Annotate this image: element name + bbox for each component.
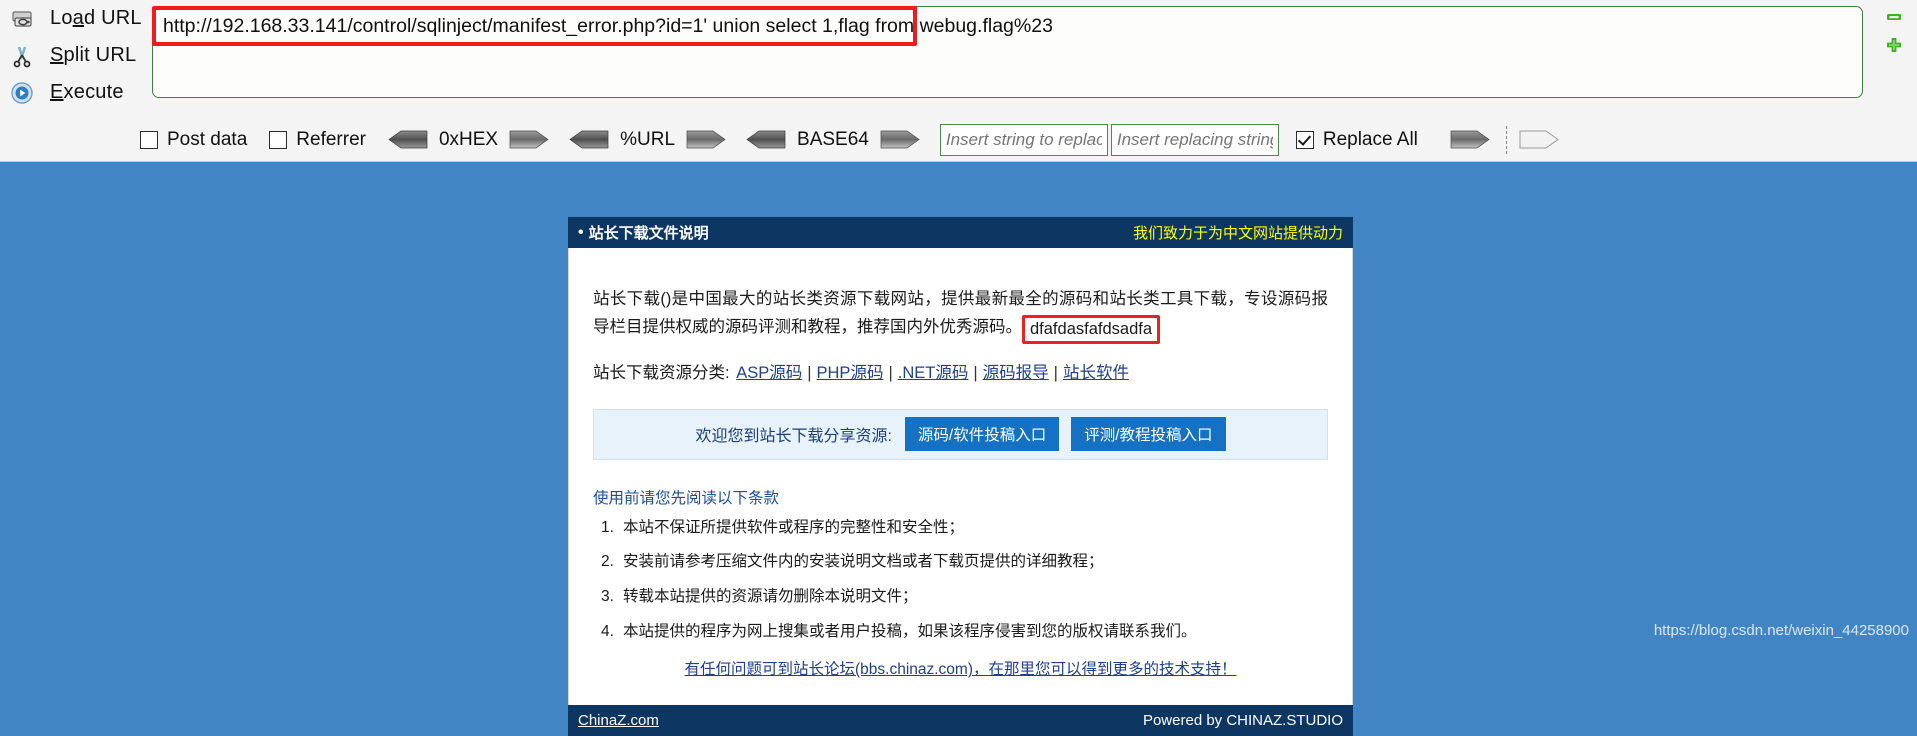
hex-encode-group: 0xHEX bbox=[388, 129, 549, 151]
hackbar-toolbar: Load URL Split URL bbox=[0, 0, 1917, 162]
post-data-option[interactable]: Post data bbox=[140, 129, 247, 151]
category-link-php[interactable]: PHP源码 bbox=[817, 364, 884, 382]
list-item: 转载本站提供的资源请勿删除本说明文件； bbox=[623, 587, 1328, 608]
execute-icon bbox=[8, 79, 36, 107]
category-link-asp[interactable]: ASP源码 bbox=[736, 364, 802, 382]
card-footer: ChinaZ.com Powered by CHINAZ.STUDIO bbox=[568, 705, 1353, 736]
submit-source-button[interactable]: 源码/软件投稿入口 bbox=[905, 417, 1059, 451]
execute-label: Execute bbox=[50, 81, 124, 104]
base64-decode-arrow-icon[interactable] bbox=[746, 130, 786, 149]
load-url-label: Load URL bbox=[50, 7, 142, 30]
hex-decode-arrow-icon[interactable] bbox=[388, 130, 428, 149]
intro-paragraph: 站长下载()是中国最大的站长类资源下载网站，提供最新最全的源码和站长类工具下载，… bbox=[593, 285, 1328, 344]
card-slogan: 我们致力于为中文网站提供动力 bbox=[1133, 222, 1343, 243]
card-body: 站长下载()是中国最大的站长类资源下载网站，提供最新最全的源码和站长类工具下载，… bbox=[568, 248, 1353, 705]
url-input-wrapper: http://192.168.33.141/control/sqlinject/… bbox=[152, 6, 1863, 98]
collapse-button[interactable] bbox=[1885, 8, 1903, 26]
load-url-button[interactable]: Load URL bbox=[0, 0, 148, 37]
support-forum-link[interactable]: 有任何问题可到站长论坛(bbs.chinaz.com)，在那里您可以得到更多的技… bbox=[684, 661, 1236, 678]
execute-button[interactable]: Execute bbox=[0, 74, 148, 111]
submit-panel-text: 欢迎您到站长下载分享资源: bbox=[695, 422, 891, 446]
submit-review-button[interactable]: 评测/教程投稿入口 bbox=[1071, 417, 1225, 451]
bullet-icon: • bbox=[578, 225, 584, 241]
referrer-checkbox[interactable] bbox=[269, 131, 287, 149]
support-line: 有任何问题可到站长论坛(bbs.chinaz.com)，在那里您可以得到更多的技… bbox=[593, 657, 1328, 679]
split-url-button[interactable]: Split URL bbox=[0, 37, 148, 74]
add-button[interactable] bbox=[1885, 36, 1903, 54]
footer-powered-by: Powered by CHINAZ.STUDIO bbox=[1143, 712, 1343, 729]
footer-home-link[interactable]: ChinaZ.com bbox=[578, 712, 659, 729]
url-encode-label: %URL bbox=[620, 129, 675, 151]
hex-label: 0xHEX bbox=[439, 129, 498, 151]
split-url-label: Split URL bbox=[50, 44, 136, 67]
referrer-option[interactable]: Referrer bbox=[269, 129, 366, 151]
chinaz-download-card: • 站长下载文件说明 我们致力于为中文网站提供动力 站长下载()是中国最大的站长… bbox=[568, 217, 1353, 736]
replace-all-option[interactable]: Replace All bbox=[1296, 129, 1418, 151]
post-data-label: Post data bbox=[167, 129, 247, 151]
referrer-label: Referrer bbox=[296, 129, 366, 151]
url-encode-arrow-icon[interactable] bbox=[686, 130, 726, 149]
hackbar-action-list: Load URL Split URL bbox=[0, 0, 148, 118]
category-link-software[interactable]: 站长软件 bbox=[1063, 364, 1129, 382]
intro-text: 站长下载()是中国最大的站长类资源下载网站，提供最新最全的源码和站长类工具下载，… bbox=[593, 290, 1328, 337]
base64-label: BASE64 bbox=[797, 129, 869, 151]
card-title: 站长下载文件说明 bbox=[589, 222, 709, 243]
hackbar-options-bar: Post data Referrer 0xHEX bbox=[0, 118, 1917, 161]
list-item: 本站不保证所提供软件或程序的完整性和安全性； bbox=[623, 518, 1328, 539]
submit-resources-panel: 欢迎您到站长下载分享资源: 源码/软件投稿入口 评测/教程投稿入口 bbox=[593, 409, 1328, 460]
replace-search-input[interactable] bbox=[940, 124, 1108, 156]
category-row: 站长下载资源分类: ASP源码|PHP源码|.NET源码|源码报导|站长软件 bbox=[593, 360, 1328, 386]
hex-encode-arrow-icon[interactable] bbox=[509, 130, 549, 149]
load-url-icon bbox=[8, 5, 36, 33]
hackbar-mini-buttons bbox=[1885, 8, 1911, 64]
watermark-line-2: https://blog.csdn.net/weixin_44258900 bbox=[1654, 622, 1909, 639]
url-input[interactable]: http://192.168.33.141/control/sqlinject/… bbox=[152, 6, 1863, 98]
base64-group: BASE64 bbox=[746, 129, 920, 151]
overflow-arrow-icon[interactable] bbox=[1519, 130, 1559, 149]
post-data-checkbox[interactable] bbox=[140, 131, 158, 149]
replace-with-input[interactable] bbox=[1111, 124, 1279, 156]
card-title-group: • 站长下载文件说明 bbox=[578, 222, 709, 243]
category-separator: | bbox=[1054, 364, 1058, 382]
category-link-net[interactable]: .NET源码 bbox=[898, 364, 969, 382]
list-item: 安装前请参考压缩文件内的安装说明文档或者下载页提供的详细教程； bbox=[623, 552, 1328, 573]
replace-all-label: Replace All bbox=[1323, 129, 1418, 151]
terms-list: 本站不保证所提供软件或程序的完整性和安全性； 安装前请参考压缩文件内的安装说明文… bbox=[593, 518, 1328, 644]
base64-encode-arrow-icon[interactable] bbox=[880, 130, 920, 149]
toolbar-divider bbox=[1506, 126, 1507, 154]
category-separator: | bbox=[807, 364, 811, 382]
category-link-report[interactable]: 源码报导 bbox=[983, 364, 1049, 382]
category-separator: | bbox=[888, 364, 892, 382]
list-item: 本站提供的程序为网上搜集或者用户投稿，如果该程序侵害到您的版权请联系我们。 bbox=[623, 622, 1328, 643]
replace-apply-arrow-icon[interactable] bbox=[1450, 130, 1490, 149]
replace-all-checkbox[interactable] bbox=[1296, 131, 1314, 149]
terms-title: 使用前请您先阅读以下条款 bbox=[593, 486, 1328, 508]
split-url-icon bbox=[8, 42, 36, 70]
category-separator: | bbox=[973, 364, 977, 382]
sql-injection-result: dfafdasfafdsadfa bbox=[1022, 315, 1160, 343]
url-encode-group: %URL bbox=[569, 129, 726, 151]
watermark: https://blog.csdn.net/weixin_44258900 ht… bbox=[1654, 622, 1909, 639]
url-decode-arrow-icon[interactable] bbox=[569, 130, 609, 149]
category-label: 站长下载资源分类: bbox=[593, 364, 730, 382]
card-header: • 站长下载文件说明 我们致力于为中文网站提供动力 bbox=[568, 217, 1353, 248]
